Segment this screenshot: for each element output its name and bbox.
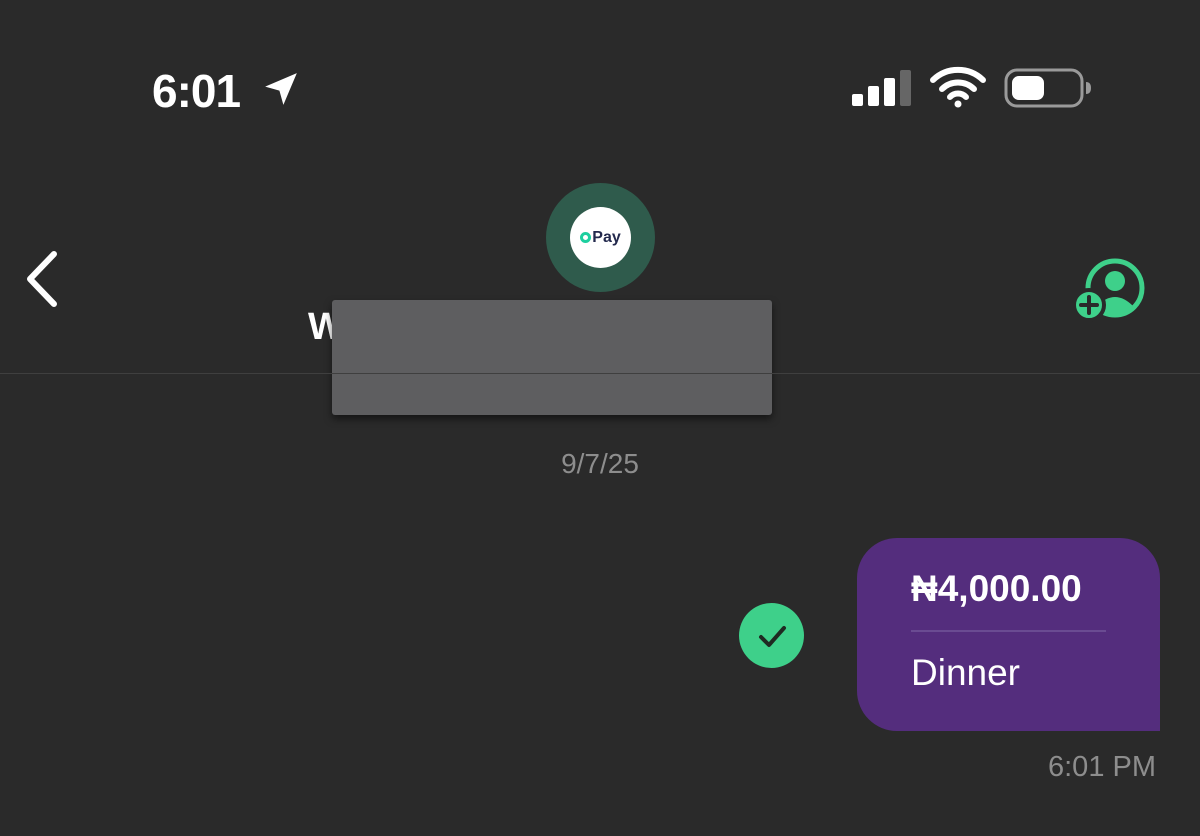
status-time: 6:01 — [152, 65, 241, 117]
battery-icon — [1004, 68, 1091, 108]
add-contact-button[interactable] — [1072, 256, 1150, 324]
opay-o-icon — [580, 232, 592, 243]
avatar-brand-text: Pay — [592, 228, 621, 246]
message-note: Dinner — [911, 652, 1020, 693]
avatar-logo: Pay — [570, 207, 631, 268]
wifi-icon — [930, 66, 986, 108]
message-amount: ₦4,000.00 — [911, 568, 1082, 609]
header-divider — [0, 373, 1200, 374]
checkmark-icon — [758, 625, 786, 647]
check-circle-icon — [739, 603, 804, 668]
message-bubble[interactable]: ₦4,000.00 Dinner — [857, 538, 1160, 731]
bubble-divider — [911, 630, 1106, 632]
redaction-box — [332, 300, 772, 415]
signal-icon — [852, 70, 911, 106]
opay-logo: Pay — [580, 228, 621, 247]
message-time: 6:01 PM — [1048, 751, 1156, 783]
back-button[interactable] — [14, 244, 74, 314]
location-arrow-icon — [265, 73, 297, 105]
avatar[interactable]: Pay — [546, 183, 655, 292]
date-label: 9/7/25 — [561, 448, 639, 479]
